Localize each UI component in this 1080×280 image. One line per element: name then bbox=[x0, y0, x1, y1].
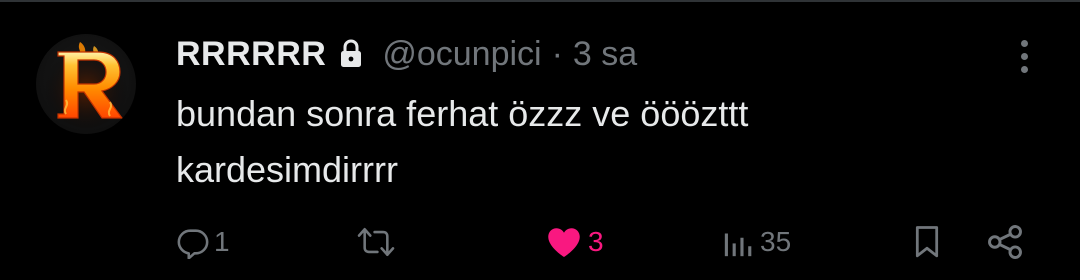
separator-dot: · bbox=[551, 34, 563, 73]
retweet-icon bbox=[357, 227, 395, 257]
like-button[interactable]: 3 bbox=[546, 214, 604, 270]
reply-button[interactable]: 1 bbox=[176, 214, 230, 270]
avatar[interactable] bbox=[36, 34, 136, 134]
share-icon bbox=[988, 225, 1022, 259]
reply-count: 1 bbox=[214, 226, 230, 257]
tweet[interactable]: RRRRRR @ocunpici · 3 sa bundan sonra fer… bbox=[0, 0, 1080, 280]
more-dot-icon bbox=[1020, 52, 1028, 60]
views-count: 35 bbox=[760, 226, 792, 257]
flaming-letter-r-icon bbox=[44, 42, 128, 128]
more-options-button[interactable] bbox=[1008, 38, 1040, 74]
like-count: 3 bbox=[588, 226, 604, 257]
tweet-header: RRRRRR @ocunpici · 3 sa bbox=[176, 30, 637, 78]
lock-icon bbox=[338, 39, 364, 69]
display-name[interactable]: RRRRRR bbox=[176, 35, 326, 74]
heart-filled-icon bbox=[548, 228, 580, 257]
bookmark-button[interactable] bbox=[910, 214, 944, 270]
share-button[interactable] bbox=[986, 214, 1024, 270]
tweet-text: bundan sonra ferhat özzz ve ööözttt kard… bbox=[176, 86, 996, 198]
timestamp[interactable]: 3 sa bbox=[573, 35, 637, 74]
views-button[interactable]: 35 bbox=[722, 214, 791, 270]
more-dot-icon bbox=[1020, 65, 1028, 73]
reply-icon bbox=[177, 229, 209, 259]
bookmark-icon bbox=[915, 226, 939, 258]
action-bar: 1 3 35 bbox=[0, 214, 1080, 270]
retweet-button[interactable] bbox=[356, 214, 400, 270]
more-dot-icon bbox=[1020, 39, 1028, 47]
handle[interactable]: @ocunpici bbox=[382, 35, 541, 74]
tweet-text-line: kardesimdirrrr bbox=[176, 149, 399, 190]
tweet-text-line: bundan sonra ferhat özzz ve ööözttt bbox=[176, 93, 749, 134]
views-chart-icon bbox=[724, 233, 752, 257]
